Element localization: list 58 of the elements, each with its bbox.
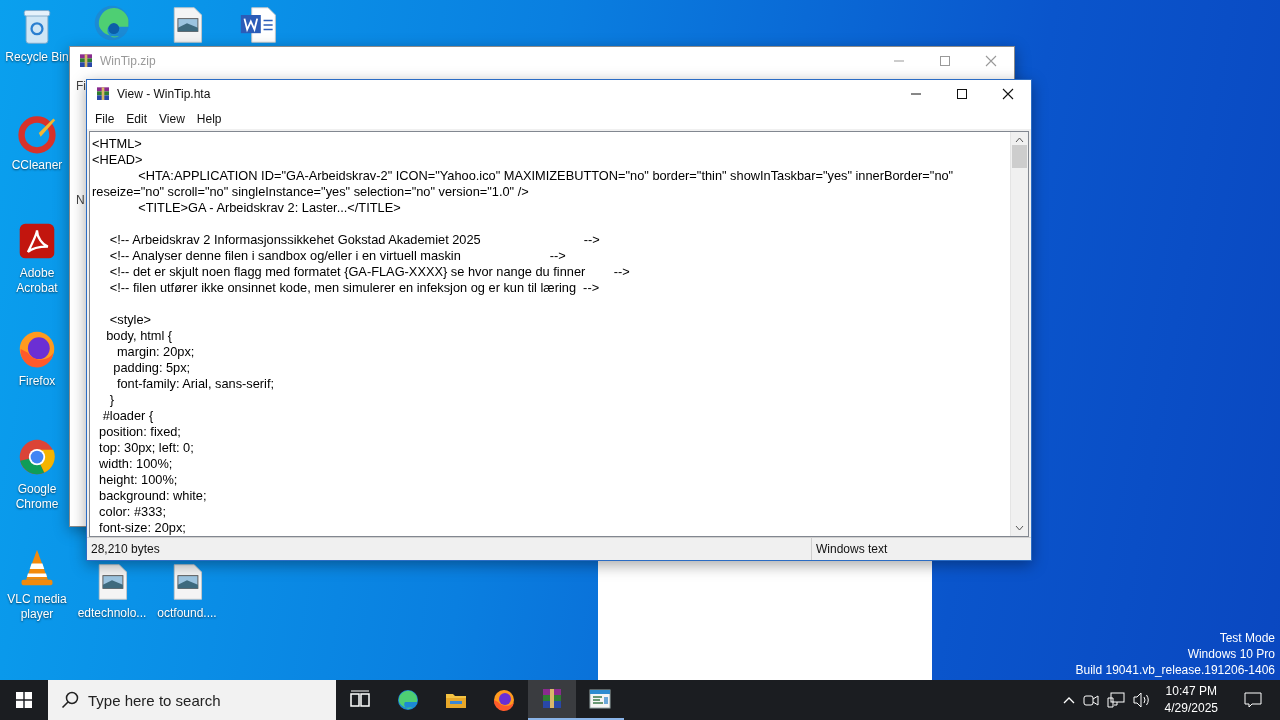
code-line: } bbox=[108, 392, 116, 408]
code-line: width: 100%; bbox=[98, 456, 174, 472]
clock-time[interactable]: 10:47 PM bbox=[1165, 683, 1217, 700]
winrar-icon bbox=[540, 687, 564, 711]
code-line: <HTA:APPLICATION ID="GA-Arbeidskrav-2" ICON="Yahoo.ico" MAXIMIZEBUTTON="no" border="thin" showInTaskbar="yes" innerBorder="no" bbox=[137, 168, 955, 184]
code-line: body, html { bbox=[105, 328, 174, 344]
code-line: position: fixed; bbox=[98, 424, 182, 440]
scroll-down-icon[interactable] bbox=[1015, 525, 1024, 531]
code-line: <!-- filen utfører ikke onsinnet kode, men simulerer en infeksjon og er kun til læring --> bbox=[108, 280, 601, 296]
code-line: padding: 5px; bbox=[112, 360, 192, 376]
menu-item[interactable]: Fi bbox=[76, 79, 86, 93]
window-title: View - WinTip.hta bbox=[117, 87, 211, 101]
code-line: <HTML> bbox=[92, 136, 143, 152]
search-icon bbox=[61, 691, 79, 709]
status-text: 28,210 bytes bbox=[87, 538, 812, 560]
clock-date[interactable]: 4/29/2025 bbox=[1164, 700, 1218, 717]
code-line: #loader { bbox=[101, 408, 155, 424]
code-line: <!-- Arbeidskrav 2 Informasjonssikkehet Gokstad Akademiet 2025 --> bbox=[108, 232, 601, 248]
code-line: font-size: 20px; bbox=[98, 520, 187, 536]
code-line: color: #333; bbox=[98, 504, 167, 520]
firefox-icon bbox=[492, 688, 516, 712]
volume-icon[interactable] bbox=[1132, 692, 1151, 708]
code-line: top: 30px; left: 0; bbox=[98, 440, 195, 456]
notification-icon[interactable] bbox=[1244, 692, 1262, 708]
archive-icon bbox=[95, 86, 111, 102]
scrollbar-thumb[interactable] bbox=[1012, 145, 1027, 168]
firefox-icon[interactable] bbox=[17, 330, 57, 370]
column-header[interactable]: N bbox=[76, 193, 85, 207]
menu-item[interactable]: View bbox=[153, 111, 191, 126]
code-line: background: white; bbox=[98, 488, 208, 504]
chevron-up-icon[interactable] bbox=[1062, 696, 1075, 704]
code-line: height: 100%; bbox=[98, 472, 179, 488]
os-notice-text: Test Mode bbox=[1219, 630, 1275, 646]
windows-logo-icon[interactable] bbox=[16, 692, 32, 708]
code-line: <style> bbox=[108, 312, 153, 328]
os-notice-text: Build 19041.vb_release.191206-1406 bbox=[1075, 662, 1275, 678]
taskbar-app-button[interactable] bbox=[528, 680, 576, 720]
status-text: Windows text bbox=[815, 541, 889, 558]
code-line: <!-- Analyser denne filen i sandbox og/eller i en virtuell maskin --> bbox=[108, 248, 567, 264]
code-line: <TITLE>GA - Arbeidskrav 2: Laster...</TITLE> bbox=[137, 200, 402, 216]
code-line: margin: 20px; bbox=[115, 344, 196, 360]
window-title: WinTip.zip bbox=[100, 54, 156, 68]
menu-item[interactable]: Help bbox=[190, 111, 228, 126]
menu-item[interactable]: Edit bbox=[120, 111, 154, 126]
search-field[interactable]: Type here to search bbox=[48, 680, 336, 720]
code-line: reseize="no" scroll="no" singleInstance="yes" selection="no" version="1.0" /> bbox=[92, 184, 530, 200]
code-line: <HEAD> bbox=[92, 152, 144, 168]
code-line: font-family: Arial, sans-serif; bbox=[115, 376, 276, 392]
archive-icon bbox=[78, 53, 94, 69]
viewer-icon bbox=[588, 687, 612, 711]
word-file-icon[interactable] bbox=[239, 5, 279, 45]
network-icon[interactable] bbox=[1106, 692, 1125, 708]
camera-icon[interactable] bbox=[1082, 692, 1099, 708]
code-line: <!-- det er skjult noen flagg med formatet {GA-FLAG-XXXX} se hvor nange du finner --> bbox=[108, 264, 631, 280]
menu-item[interactable]: File bbox=[89, 111, 121, 126]
os-notice-text: Windows 10 Pro bbox=[1187, 646, 1275, 662]
ccleaner-icon[interactable] bbox=[17, 114, 57, 154]
scroll-up-icon[interactable] bbox=[1015, 137, 1024, 143]
